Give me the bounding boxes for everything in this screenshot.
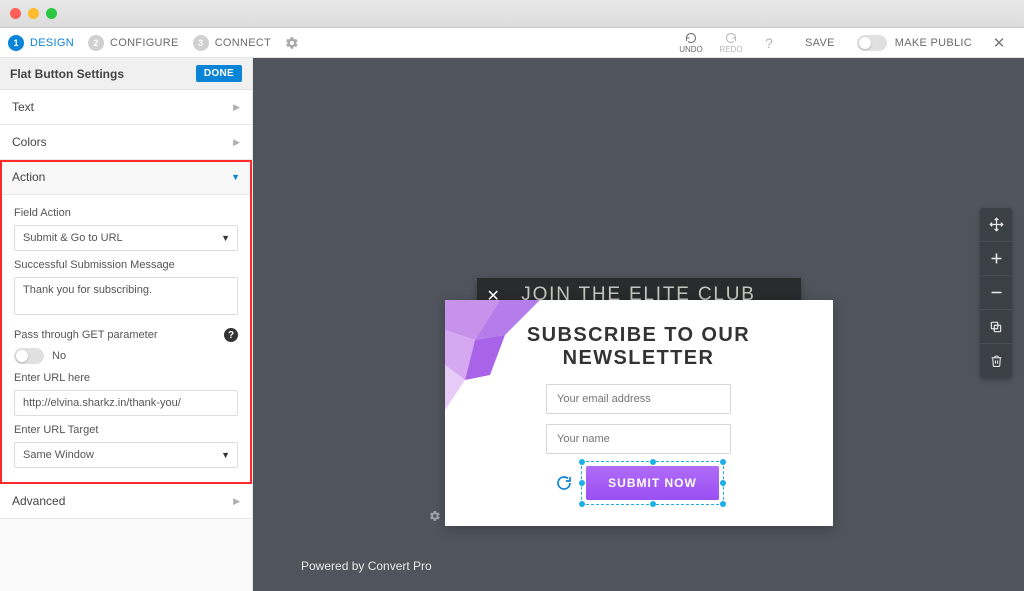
get-param-toggle[interactable] [14, 348, 44, 364]
copy-icon [989, 320, 1003, 334]
help-tooltip-icon[interactable]: ? [224, 328, 238, 342]
window-zoom-button[interactable] [46, 8, 57, 19]
section-text[interactable]: Text ▶ [0, 90, 252, 125]
plus-icon [989, 251, 1004, 266]
url-label: Enter URL here [14, 372, 238, 384]
step-label: CONFIGURE [110, 37, 179, 49]
step-number: 3 [193, 35, 209, 51]
canvas-footer-credit: Powered by Convert Pro [301, 559, 432, 573]
url-input[interactable] [14, 390, 238, 416]
canvas-tools [980, 208, 1012, 378]
make-public-toggle-group: MAKE PUBLIC [853, 35, 982, 51]
url-target-select[interactable]: Same Window [14, 442, 238, 468]
step-number: 2 [88, 35, 104, 51]
top-toolbar: 1 DESIGN 2 CONFIGURE 3 CONNECT UNDO REDO… [0, 28, 1024, 58]
settings-sidebar: Flat Button Settings DONE Text ▶ Colors … [0, 58, 253, 591]
success-message-textarea[interactable] [14, 277, 238, 315]
panel-title: Flat Button Settings [10, 67, 124, 81]
chevron-right-icon: ▶ [233, 137, 240, 148]
make-public-label: MAKE PUBLIC [895, 37, 972, 49]
settings-gear-icon[interactable] [285, 36, 299, 50]
submit-button[interactable]: SUBMIT NOW [586, 466, 719, 500]
step-design[interactable]: 1 DESIGN [8, 35, 74, 51]
section-advanced[interactable]: Advanced ▶ [0, 484, 252, 519]
section-label: Advanced [12, 494, 65, 508]
selected-element[interactable]: SUBMIT NOW [584, 464, 721, 502]
section-colors[interactable]: Colors ▶ [0, 125, 252, 160]
window-close-button[interactable] [10, 8, 21, 19]
element-settings-gear-icon[interactable] [429, 510, 441, 522]
popup-card: SUBSCRIBE TO OUR NEWSLETTER [445, 300, 833, 526]
action-panel: Field Action Submit & Go to URL ▼ Succes… [2, 195, 250, 482]
window-titlebar [0, 0, 1024, 28]
copy-tool[interactable] [980, 310, 1012, 344]
decorative-polygon-icon [445, 300, 555, 410]
resize-handle[interactable] [650, 459, 656, 465]
undo-icon [684, 32, 698, 44]
field-action-label: Field Action [14, 207, 238, 219]
section-action[interactable]: Action ▼ [0, 160, 252, 195]
field-action-select[interactable]: Submit & Go to URL [14, 225, 238, 251]
undo-button[interactable]: UNDO [671, 32, 711, 54]
refresh-icon[interactable] [556, 475, 572, 491]
move-icon [989, 217, 1004, 232]
resize-handle[interactable] [579, 459, 585, 465]
design-canvas[interactable]: ✕ JOIN THE ELITE CLUB S [253, 58, 1024, 591]
step-label: DESIGN [30, 37, 74, 49]
get-param-label: Pass through GET parameter [14, 329, 157, 341]
resize-handle[interactable] [720, 480, 726, 486]
resize-handle[interactable] [720, 501, 726, 507]
highlighted-region: Field Action Submit & Go to URL ▼ Succes… [0, 195, 252, 484]
help-button[interactable]: ? [751, 35, 787, 51]
redo-icon [724, 32, 738, 44]
done-button[interactable]: DONE [196, 65, 242, 82]
resize-handle[interactable] [579, 480, 585, 486]
step-label: CONNECT [215, 37, 272, 49]
redo-label: REDO [719, 45, 742, 54]
add-element-tool[interactable] [980, 242, 1012, 276]
wizard-steps: 1 DESIGN 2 CONFIGURE 3 CONNECT [8, 35, 271, 51]
section-label: Text [12, 100, 34, 114]
delete-tool[interactable] [980, 344, 1012, 378]
section-label: Colors [12, 135, 47, 149]
email-field[interactable] [546, 384, 731, 414]
make-public-toggle[interactable] [857, 35, 887, 51]
move-tool[interactable] [980, 208, 1012, 242]
trash-icon [990, 354, 1003, 368]
resize-handle[interactable] [650, 501, 656, 507]
popup-preview: ✕ JOIN THE ELITE CLUB S [445, 278, 833, 526]
step-configure[interactable]: 2 CONFIGURE [88, 35, 179, 51]
section-label: Action [12, 170, 45, 184]
close-button[interactable]: ✕ [982, 34, 1016, 52]
url-target-label: Enter URL Target [14, 424, 238, 436]
panel-header: Flat Button Settings DONE [0, 58, 252, 90]
remove-element-tool[interactable] [980, 276, 1012, 310]
resize-handle[interactable] [579, 501, 585, 507]
step-connect[interactable]: 3 CONNECT [193, 35, 272, 51]
step-number: 1 [8, 35, 24, 51]
save-button[interactable]: SAVE [787, 37, 853, 49]
chevron-right-icon: ▶ [233, 102, 240, 113]
redo-button[interactable]: REDO [711, 32, 751, 54]
minus-icon [989, 285, 1004, 300]
get-param-state: No [52, 350, 66, 362]
window-minimize-button[interactable] [28, 8, 39, 19]
name-field[interactable] [546, 424, 731, 454]
undo-label: UNDO [679, 45, 703, 54]
resize-handle[interactable] [720, 459, 726, 465]
success-message-label: Successful Submission Message [14, 259, 238, 271]
chevron-right-icon: ▶ [233, 496, 240, 507]
chevron-down-icon: ▼ [231, 172, 240, 182]
